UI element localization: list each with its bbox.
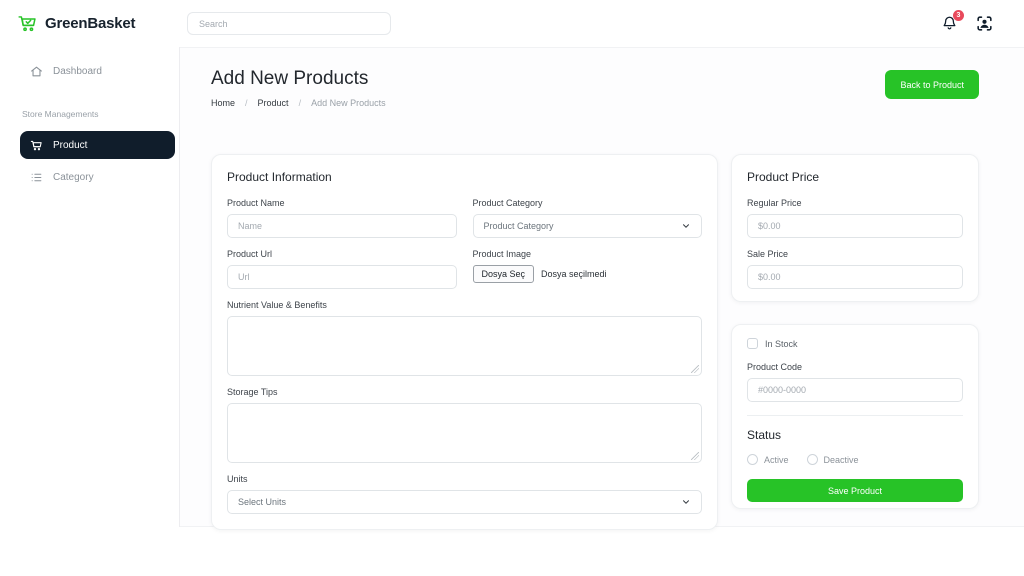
sale-price-field: Sale Price (747, 249, 963, 289)
save-product-button[interactable]: Save Product (747, 479, 963, 502)
nutrient-label: Nutrient Value & Benefits (227, 300, 702, 310)
product-image-field: Product Image Dosya Seç Dosya seçilmedi (473, 249, 703, 289)
deactive-radio-label: Deactive (824, 455, 859, 465)
breadcrumb-product[interactable]: Product (258, 98, 289, 108)
notification-badge: 3 (953, 10, 964, 21)
status-option-deactive[interactable]: Deactive (807, 454, 859, 465)
storage-tips-field: Storage Tips (227, 387, 702, 463)
units-field: Units Select Units (227, 474, 702, 514)
cart-logo-icon (17, 13, 38, 34)
product-code-label: Product Code (747, 362, 963, 372)
sale-price-label: Sale Price (747, 249, 963, 259)
product-name-input[interactable] (227, 214, 457, 238)
product-category-value: Product Category (484, 221, 554, 231)
breadcrumb-current: Add New Products (311, 98, 386, 108)
product-url-field: Product Url (227, 249, 457, 289)
product-code-field: Product Code (747, 362, 963, 402)
search-input[interactable] (187, 12, 391, 35)
units-label: Units (227, 474, 702, 484)
product-name-field: Product Name (227, 198, 457, 238)
deactive-radio[interactable] (807, 454, 818, 465)
in-stock-row[interactable]: In Stock (747, 338, 963, 349)
chevron-down-icon (681, 221, 691, 231)
storage-tips-textarea[interactable] (227, 403, 702, 463)
notifications-button[interactable]: 3 (941, 15, 958, 32)
in-stock-checkbox[interactable] (747, 338, 758, 349)
account-button[interactable] (975, 14, 994, 33)
product-price-card: Product Price Regular Price Sale Price (731, 154, 979, 302)
in-stock-label: In Stock (765, 339, 798, 349)
divider (747, 415, 963, 416)
nutrient-field: Nutrient Value & Benefits (227, 300, 702, 376)
product-url-label: Product Url (227, 249, 457, 259)
sidebar: Dashboard Store Managements Product (0, 47, 180, 527)
sidebar-item-category[interactable]: Category (20, 163, 175, 191)
main-content: Add New Products Home / Product / Add Ne… (180, 47, 1024, 527)
stock-status-card: In Stock Product Code Status Active (731, 324, 979, 509)
sidebar-item-dashboard[interactable]: Dashboard (20, 57, 175, 85)
home-icon (30, 65, 43, 78)
breadcrumb: Home / Product / Add New Products (211, 98, 386, 108)
product-information-card: Product Information Product Name Product… (211, 154, 718, 530)
sidebar-section-label: Store Managements (22, 109, 179, 119)
sidebar-item-label: Dashboard (53, 66, 102, 77)
cart-icon (30, 139, 43, 152)
active-radio[interactable] (747, 454, 758, 465)
product-image-label: Product Image (473, 249, 703, 259)
file-choose-button[interactable]: Dosya Seç (473, 265, 535, 283)
status-radio-group: Active Deactive (747, 454, 963, 465)
brand-name: GreenBasket (45, 15, 135, 32)
product-category-select[interactable]: Product Category (473, 214, 703, 238)
list-icon (30, 171, 43, 184)
active-radio-label: Active (764, 455, 789, 465)
page-header: Add New Products Home / Product / Add Ne… (211, 68, 979, 108)
sidebar-item-product[interactable]: Product (20, 131, 175, 159)
product-price-heading: Product Price (747, 170, 963, 184)
nutrient-textarea[interactable] (227, 316, 702, 376)
breadcrumb-home[interactable]: Home (211, 98, 235, 108)
chevron-down-icon (681, 497, 691, 507)
product-name-label: Product Name (227, 198, 457, 208)
user-frame-icon (975, 14, 994, 33)
product-code-input[interactable] (747, 378, 963, 402)
units-value: Select Units (238, 497, 286, 507)
breadcrumb-separator: / (299, 98, 302, 108)
storage-tips-label: Storage Tips (227, 387, 702, 397)
product-information-heading: Product Information (227, 170, 702, 184)
regular-price-input[interactable] (747, 214, 963, 238)
regular-price-field: Regular Price (747, 198, 963, 238)
breadcrumb-separator: / (245, 98, 248, 108)
brand-logo[interactable]: GreenBasket (0, 13, 180, 34)
product-url-input[interactable] (227, 265, 457, 289)
top-icons: 3 (941, 14, 994, 33)
top-bar: GreenBasket 3 (0, 0, 1024, 47)
status-heading: Status (747, 428, 963, 442)
back-to-product-button[interactable]: Back to Product (885, 70, 979, 99)
sale-price-input[interactable] (747, 265, 963, 289)
page-title: Add New Products (211, 68, 386, 90)
product-category-field: Product Category Product Category (473, 198, 703, 238)
regular-price-label: Regular Price (747, 198, 963, 208)
file-status-text: Dosya seçilmedi (541, 269, 607, 279)
status-option-active[interactable]: Active (747, 454, 789, 465)
units-select[interactable]: Select Units (227, 490, 702, 514)
product-category-label: Product Category (473, 198, 703, 208)
sidebar-item-label: Product (53, 140, 87, 151)
search-wrap (187, 12, 391, 35)
sidebar-item-label: Category (53, 172, 94, 183)
